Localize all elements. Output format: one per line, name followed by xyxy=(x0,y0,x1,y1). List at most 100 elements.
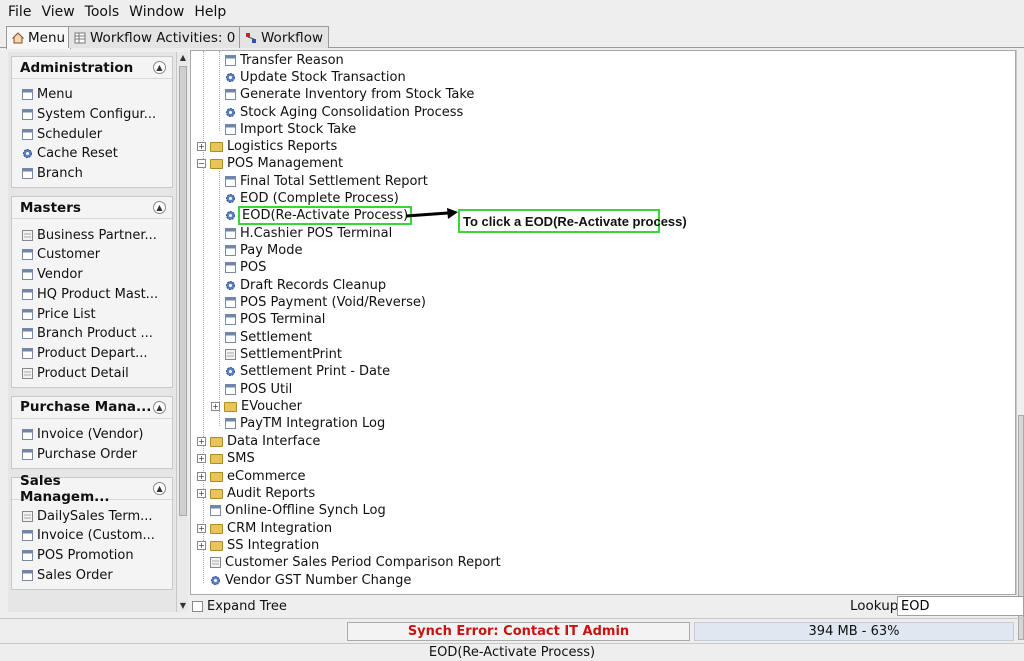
tree-item-eod-reactivate-process[interactable]: EOD(Re-Activate Process) xyxy=(225,206,413,225)
collapse-icon[interactable]: ▲ xyxy=(153,482,166,496)
tree-folder-crm-integration[interactable]: + CRM Integration xyxy=(197,520,332,537)
sidebar-item-customer[interactable]: Customer xyxy=(12,245,172,265)
menu-file[interactable]: File xyxy=(8,4,31,20)
expand-icon[interactable]: + xyxy=(211,402,220,411)
tab-workflow[interactable]: Workflow xyxy=(239,26,329,48)
sidebar-item-system-configurator[interactable]: System Configur... xyxy=(12,105,172,125)
menu-window[interactable]: Window xyxy=(129,4,184,20)
section-header[interactable]: Sales Managem... ▲ xyxy=(12,473,172,505)
tab-workflow-activities[interactable]: Workflow Activities: 0 xyxy=(68,26,242,48)
expand-icon[interactable]: + xyxy=(197,454,206,463)
menu-tools[interactable]: Tools xyxy=(85,4,120,20)
sidebar-item-invoice-vendor[interactable]: Invoice (Vendor) xyxy=(12,425,172,445)
sidebar-item-sales-order[interactable]: Sales Order xyxy=(12,565,172,585)
expand-icon[interactable]: + xyxy=(197,524,206,533)
tree-item-eod-complete-process[interactable]: EOD (Complete Process) xyxy=(225,190,399,207)
tree-item-label: Import Stock Take xyxy=(240,122,357,137)
tree-folder-ss-integration[interactable]: + SS Integration xyxy=(197,537,319,554)
document-icon xyxy=(22,367,33,379)
tree-scrollbar[interactable] xyxy=(1016,50,1024,640)
collapse-icon[interactable]: − xyxy=(197,159,206,168)
tree-item-settlementprint[interactable]: SettlementPrint xyxy=(225,346,342,363)
tree-folder-audit-reports[interactable]: + Audit Reports xyxy=(197,485,315,502)
scroll-down-icon[interactable]: ▼ xyxy=(177,600,189,612)
tree-item-generate-inventory[interactable]: Generate Inventory from Stock Take xyxy=(225,86,474,103)
tree-item-stock-aging[interactable]: Stock Aging Consolidation Process xyxy=(225,104,463,121)
tree-item-vendor-gst-number-change[interactable]: Vendor GST Number Change xyxy=(210,572,411,589)
expand-icon[interactable]: + xyxy=(197,489,206,498)
tree-guide-line xyxy=(219,51,220,131)
process-gear-icon xyxy=(226,211,235,220)
tree-item-pos-util[interactable]: POS Util xyxy=(225,381,292,398)
sidebar-item-business-partner[interactable]: Business Partner... xyxy=(12,225,172,245)
sidebar-item-product-detail[interactable]: Product Detail xyxy=(12,363,172,383)
tree-folder-pos-management[interactable]: − POS Management xyxy=(197,155,343,172)
sidebar-item-cache-reset[interactable]: Cache Reset xyxy=(12,144,172,164)
section-header[interactable]: Administration ▲ xyxy=(12,57,172,79)
tree-item-paytm-integration-log[interactable]: PayTM Integration Log xyxy=(225,415,385,432)
window-icon xyxy=(225,176,236,187)
sidebar-item-vendor[interactable]: Vendor xyxy=(12,265,172,285)
sidebar-scrollbar[interactable]: ▲ ▼ xyxy=(176,52,188,612)
collapse-icon[interactable]: ▲ xyxy=(153,61,166,74)
sidebar-item-purchase-order[interactable]: Purchase Order xyxy=(12,445,172,465)
scroll-thumb[interactable] xyxy=(179,66,187,516)
folder-icon xyxy=(210,436,223,447)
memory-status[interactable]: 394 MB - 63% xyxy=(694,622,1014,641)
tree-item-update-stock-transaction[interactable]: Update Stock Transaction xyxy=(225,69,406,86)
tree-folder-logistics-reports[interactable]: + Logistics Reports xyxy=(197,138,337,155)
tree-folder-sms[interactable]: + SMS xyxy=(197,450,255,467)
process-gear-icon xyxy=(226,108,235,117)
window-icon xyxy=(22,429,33,441)
tree-item-hcashier-pos-terminal[interactable]: H.Cashier POS Terminal xyxy=(225,225,392,242)
sidebar-item-invoice-customer[interactable]: Invoice (Custom... xyxy=(12,526,172,546)
sidebar-item-branch-product[interactable]: Branch Product ... xyxy=(12,324,172,344)
tree-item-label: Settlement xyxy=(240,330,313,345)
section-header[interactable]: Purchase Mana... ▲ xyxy=(12,397,172,419)
tree-item-pay-mode[interactable]: Pay Mode xyxy=(225,242,302,259)
tab-menu[interactable]: Menu xyxy=(6,26,72,49)
menu-view[interactable]: View xyxy=(41,4,74,20)
tree-item-label: POS Terminal xyxy=(240,312,326,327)
sidebar-item-price-list[interactable]: Price List xyxy=(12,304,172,324)
tree-folder-data-interface[interactable]: + Data Interface xyxy=(197,433,320,450)
expand-icon[interactable]: + xyxy=(197,472,206,481)
tree-item-pos-payment-void[interactable]: POS Payment (Void/Reverse) xyxy=(225,294,426,311)
expand-icon[interactable]: + xyxy=(197,142,206,151)
sidebar-item-dailysales-terminal[interactable]: DailySales Term... xyxy=(12,506,172,526)
expand-tree-checkbox[interactable] xyxy=(192,600,203,612)
expand-icon[interactable]: + xyxy=(197,437,206,446)
menu-help[interactable]: Help xyxy=(194,4,226,20)
tree-folder-evoucher[interactable]: + EVoucher xyxy=(211,398,302,415)
sidebar-item-hq-product-master[interactable]: HQ Product Mast... xyxy=(12,285,172,305)
sidebar-item-menu[interactable]: Menu xyxy=(12,85,172,105)
scroll-up-icon[interactable]: ▲ xyxy=(177,52,189,64)
tree-item-pos[interactable]: POS xyxy=(225,259,266,276)
tree-item-pos-terminal[interactable]: POS Terminal xyxy=(225,311,325,328)
tree-item-customer-sales-period-comparison[interactable]: Customer Sales Period Comparison Report xyxy=(210,554,501,571)
document-icon xyxy=(210,557,221,568)
sidebar-item-scheduler[interactable]: Scheduler xyxy=(12,124,172,144)
tree-item-final-total-settlement-report[interactable]: Final Total Settlement Report xyxy=(225,173,428,190)
sidebar-item-label: Business Partner... xyxy=(37,227,157,243)
sync-error-status[interactable]: Synch Error: Contact IT Admin xyxy=(347,622,690,641)
tree-item-draft-records-cleanup[interactable]: Draft Records Cleanup xyxy=(225,277,386,294)
sidebar-item-product-department[interactable]: Product Depart... xyxy=(12,344,172,364)
window-icon xyxy=(225,89,236,100)
collapse-icon[interactable]: ▲ xyxy=(153,201,166,215)
tree-item-online-offline-synch-log[interactable]: Online-Offline Synch Log xyxy=(210,502,386,519)
tree-folder-ecommerce[interactable]: + eCommerce xyxy=(197,468,306,485)
window-icon xyxy=(225,384,236,395)
tree-item-import-stock-take[interactable]: Import Stock Take xyxy=(225,121,356,138)
sidebar-item-pos-promotion[interactable]: POS Promotion xyxy=(12,546,172,566)
section-header[interactable]: Masters ▲ xyxy=(12,197,172,220)
tree-item-transfer-reason[interactable]: Transfer Reason xyxy=(225,52,344,69)
lookup-input[interactable] xyxy=(897,596,1024,616)
process-gear-icon xyxy=(226,194,235,203)
tree-item-settlement-print-date[interactable]: Settlement Print - Date xyxy=(225,363,390,380)
tree-item-settlement[interactable]: Settlement xyxy=(225,329,312,346)
expand-icon[interactable]: + xyxy=(197,541,206,550)
sidebar-item-branch[interactable]: Branch xyxy=(12,164,172,184)
window-icon xyxy=(225,332,236,343)
collapse-icon[interactable]: ▲ xyxy=(153,400,166,414)
